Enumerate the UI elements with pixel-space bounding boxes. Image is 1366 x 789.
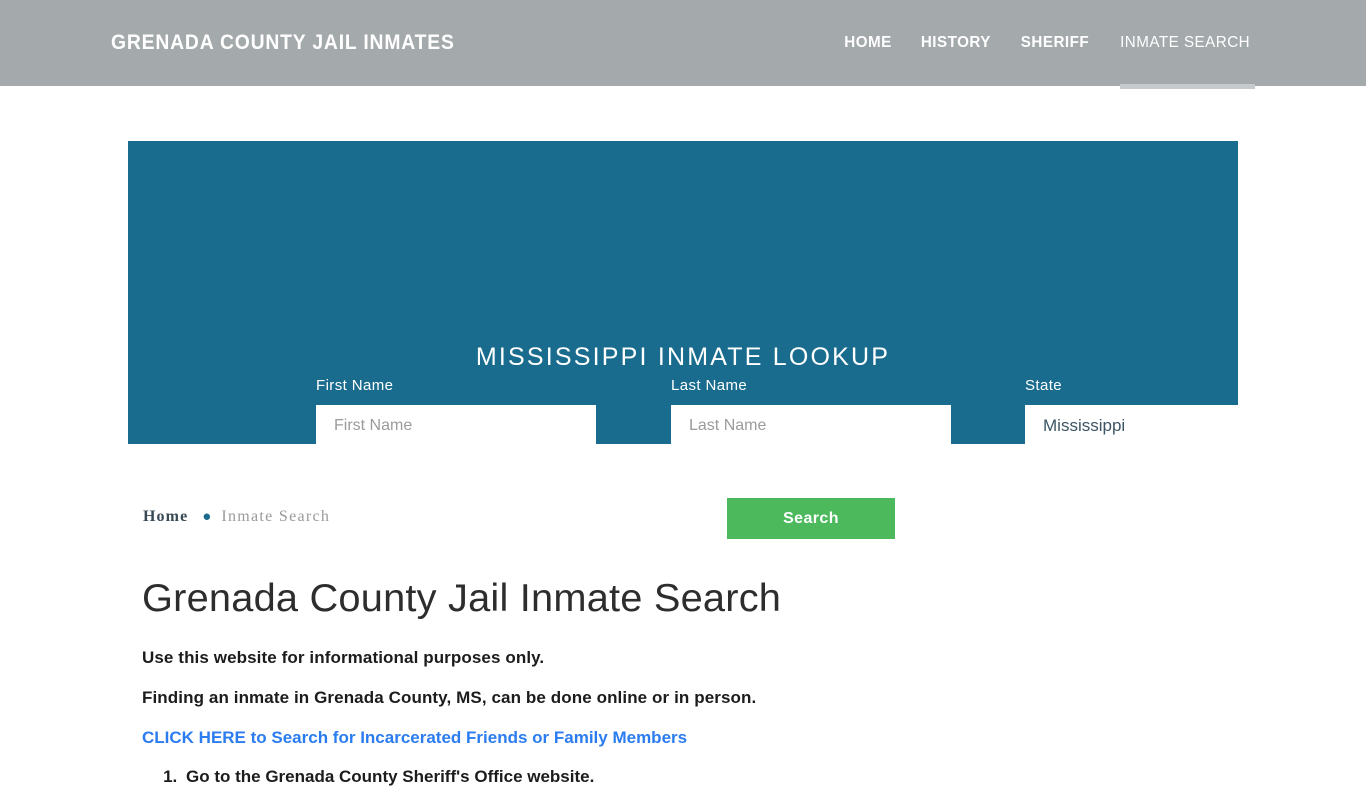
nav-item-sheriff[interactable]: SHERIFF xyxy=(1009,32,1102,54)
breadcrumb-current-page: Inmate Search xyxy=(221,508,331,525)
page-title: Grenada County Jail Inmate Search xyxy=(142,577,782,620)
last-name-input[interactable] xyxy=(671,405,951,446)
last-name-field-group: Last Name xyxy=(671,377,951,446)
first-name-field-group: First Name xyxy=(316,377,596,446)
last-name-label: Last Name xyxy=(671,377,748,394)
state-input[interactable] xyxy=(1025,405,1306,446)
nav-item-home[interactable]: HOME xyxy=(832,32,904,54)
inmate-lookup-panel: MISSISSIPPI INMATE LOOKUP First Name Las… xyxy=(128,141,1306,539)
site-header: GRENADA COUNTY JAIL INMATES HOME HISTORY… xyxy=(0,0,1366,89)
breadcrumb-home-link[interactable]: Home xyxy=(143,506,188,528)
nav-item-history[interactable]: HISTORY xyxy=(909,32,1004,54)
breadcrumb-separator-dot: ● xyxy=(202,508,212,525)
first-name-input[interactable] xyxy=(316,405,596,446)
first-name-label: First Name xyxy=(316,377,394,394)
intro-paragraph-2: Finding an inmate in Grenada County, MS,… xyxy=(142,688,757,707)
intro-paragraph-1: Use this website for informational purpo… xyxy=(142,648,545,667)
main-content: Grenada County Jail Inmate Search Use th… xyxy=(142,575,1232,789)
list-item: Go to the Grenada County Sheriff's Offic… xyxy=(182,765,1232,789)
panel-title: MISSISSIPPI INMATE LOOKUP xyxy=(475,342,891,371)
nav-active-indicator xyxy=(1120,84,1255,89)
state-label: State xyxy=(1025,377,1063,394)
main-navigation: HOME HISTORY SHERIFF INMATE SEARCH xyxy=(830,32,1254,54)
nav-item-inmate-search[interactable]: INMATE SEARCH xyxy=(1108,32,1250,54)
state-field-group: State xyxy=(1025,377,1306,446)
search-button[interactable]: Search xyxy=(727,498,895,539)
site-brand[interactable]: GRENADA COUNTY JAIL INMATES xyxy=(111,30,455,56)
breadcrumb: Home ● Inmate Search xyxy=(143,506,330,528)
inmate-search-link[interactable]: CLICK HERE to Search for Incarcerated Fr… xyxy=(142,727,1232,749)
steps-list: Go to the Grenada County Sheriff's Offic… xyxy=(142,765,1232,789)
